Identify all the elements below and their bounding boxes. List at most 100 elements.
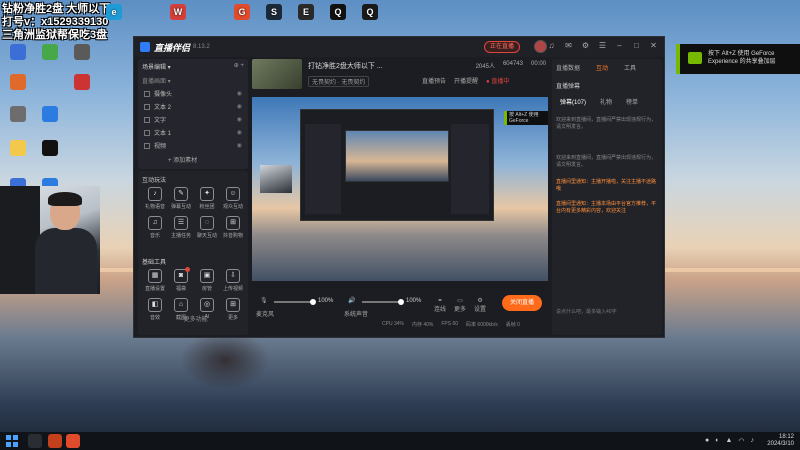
speaker-icon[interactable]: 🔊 [348,297,355,304]
connect-button[interactable]: ⚭ 连线 [434,297,446,313]
checkbox[interactable] [144,90,150,97]
source-item[interactable]: 文字 ◉ [144,113,242,126]
source-item[interactable]: 文本 1 ◉ [144,126,242,139]
end-live-button[interactable]: 关闭直播 [502,295,542,311]
close-icon[interactable]: ✕ [649,41,658,50]
tab-gifts[interactable]: 礼物 [600,97,612,106]
clock[interactable]: 18:12 2024/3/10 [767,434,794,448]
tool-audience[interactable]: ☺ 观众互动 [220,187,246,210]
nvidia-overlay-popup[interactable]: 按下 Alt+Z 使用 GeForce Experience 的共享叠加层 [676,44,800,74]
desktop-icon-left-2[interactable] [32,44,68,62]
add-source-button[interactable]: + 添加素材 [168,155,197,164]
duration: 00:00 [530,61,546,67]
tool-fans[interactable]: ✦ 粉丝团 [194,187,220,210]
eye-icon[interactable]: ◉ [237,116,242,123]
minimize-icon[interactable]: – [615,41,624,50]
taskbar-app-icon[interactable] [48,434,62,448]
settings-button[interactable]: ⚙ 设置 [474,297,486,313]
scene-sub-header[interactable]: 直播画面 ▾ [142,76,171,85]
eye-icon[interactable]: ◉ [237,142,242,149]
desktop-icon-left-6[interactable] [0,106,36,124]
qq-icon: Q [362,4,378,20]
checkbox[interactable] [144,103,150,110]
tab-live-data[interactable]: 直播数据 [556,63,580,72]
chat-icon[interactable]: ✉ [564,41,573,50]
mic-icon: ♪ [148,187,162,201]
steam-icon: S [266,4,282,20]
maximize-icon[interactable]: □ [632,41,641,50]
system-volume-slider[interactable] [362,299,404,305]
headset-icon[interactable]: ♫ [547,41,556,50]
tray-app-icon[interactable]: ▲ [725,437,732,445]
windows-start-icon[interactable] [6,435,18,447]
tool-sound[interactable]: ◧ 音效 [142,298,168,321]
tab-danmu[interactable]: 弹幕(107) [560,97,586,106]
desktop-icon-left-1[interactable] [0,44,36,62]
volume-icon[interactable]: ♪ [751,437,755,445]
tray-app-icon[interactable]: ● [705,437,709,445]
nested-left-panel [305,124,341,214]
source-item[interactable]: 摄像头 ◉ [144,87,242,100]
tab-interaction[interactable]: 互动 [596,63,608,72]
tool-music[interactable]: ♫ 音乐 [142,216,168,239]
checkbox[interactable] [144,142,150,149]
tool-upload[interactable]: ⇩ 上传视频 [220,269,246,292]
stream-category[interactable]: 无畏契约 · 无畏契约 [308,76,370,87]
scene-header-actions[interactable]: ⊕ + [234,62,244,69]
stream-cover-thumbnail[interactable] [252,59,302,89]
mic-icon[interactable]: 🎙 [260,297,268,304]
tool-chat[interactable]: ◌ 聊天互动 [194,216,220,239]
desktop-icon-qq-2[interactable]: Q [352,4,388,22]
desktop-icon-epic[interactable]: E [288,4,324,22]
desktop-icon-qq-1[interactable]: Q [320,4,356,22]
desktop-icon-left-8[interactable] [0,140,36,158]
tool-admin[interactable]: ▣ 房管 [194,269,220,292]
more-button[interactable]: ▭ 更多 [454,297,466,313]
tab-ranking[interactable]: 榜单 [626,97,638,106]
checkbox[interactable] [144,129,150,136]
eye-icon[interactable]: ◉ [237,103,242,110]
more-icon: ▭ [457,298,463,304]
preview-notice-link[interactable]: 直播预告 [422,76,446,85]
stream-preview[interactable]: 按 Alt+Z 使用 GeForce [252,97,548,289]
desktop-icon-left-5[interactable] [64,74,100,92]
wifi-icon[interactable]: ◠ [738,437,744,445]
source-item[interactable]: 文本 2 ◉ [144,100,242,113]
search-icon[interactable] [28,434,42,448]
desktop-icon-left-4[interactable] [0,74,36,92]
more-tools-link[interactable]: ··· 更多功能 [176,314,208,323]
tool-gift-voice[interactable]: ♪ 礼物语音 [142,187,168,210]
eye-icon[interactable]: ◉ [237,90,242,97]
menu-icon[interactable]: ☰ [598,41,607,50]
tray-app-icon[interactable]: ◐ [715,437,719,445]
tool-danmu[interactable]: ✎ 弹幕互动 [168,187,194,210]
desktop-icon-left-3[interactable] [64,44,100,62]
tab-tools[interactable]: 工具 [624,63,636,72]
stream-title[interactable]: 打钻净胜2盘大师以下 ... [308,61,383,71]
user-avatar[interactable] [534,40,547,53]
source-item[interactable]: 视频 ◉ [144,139,242,152]
taskbar-live-icon[interactable] [66,434,80,448]
desktop-icon-steam[interactable]: S [256,4,292,22]
tool-settings[interactable]: ▦ 直播设置 [142,269,168,292]
settings-icon[interactable]: ⚙ [581,41,590,50]
scene-header[interactable]: 场景编辑 ▾ [142,62,171,71]
desktop-icon-wps[interactable]: W [160,4,196,22]
chat-input[interactable]: 说点什么吧，最多输入40字 [556,309,658,316]
tool-luckybag[interactable]: ◙ 福袋 [168,267,194,292]
tool-task[interactable]: ☰ 主播任务 [168,216,194,239]
desktop-icon-left-9[interactable] [32,140,68,158]
slider-knob[interactable] [310,299,316,305]
mic-volume-slider[interactable] [274,299,316,305]
remind-link[interactable]: 开播提醒 [454,76,478,85]
desktop-icon-edge[interactable]: e [96,4,132,22]
tool-shop[interactable]: ⊞ 抖音购物 [220,216,246,239]
slider-knob[interactable] [398,299,404,305]
desktop-icon-left-7[interactable] [32,106,68,124]
tool-more[interactable]: ⊞ 更多 [220,298,246,321]
eye-icon[interactable]: ◉ [237,129,242,136]
audio-controls: 🎙 100% 麦克风 🔊 100% 系统声音 ⚭ 连线 ▭ 更多 ⚙ 设置 关闭直播 … [252,293,548,335]
desktop-icon-app[interactable]: G [224,4,260,22]
checkbox[interactable] [144,116,150,123]
live-status-badge[interactable]: 正在直播 [484,41,521,53]
